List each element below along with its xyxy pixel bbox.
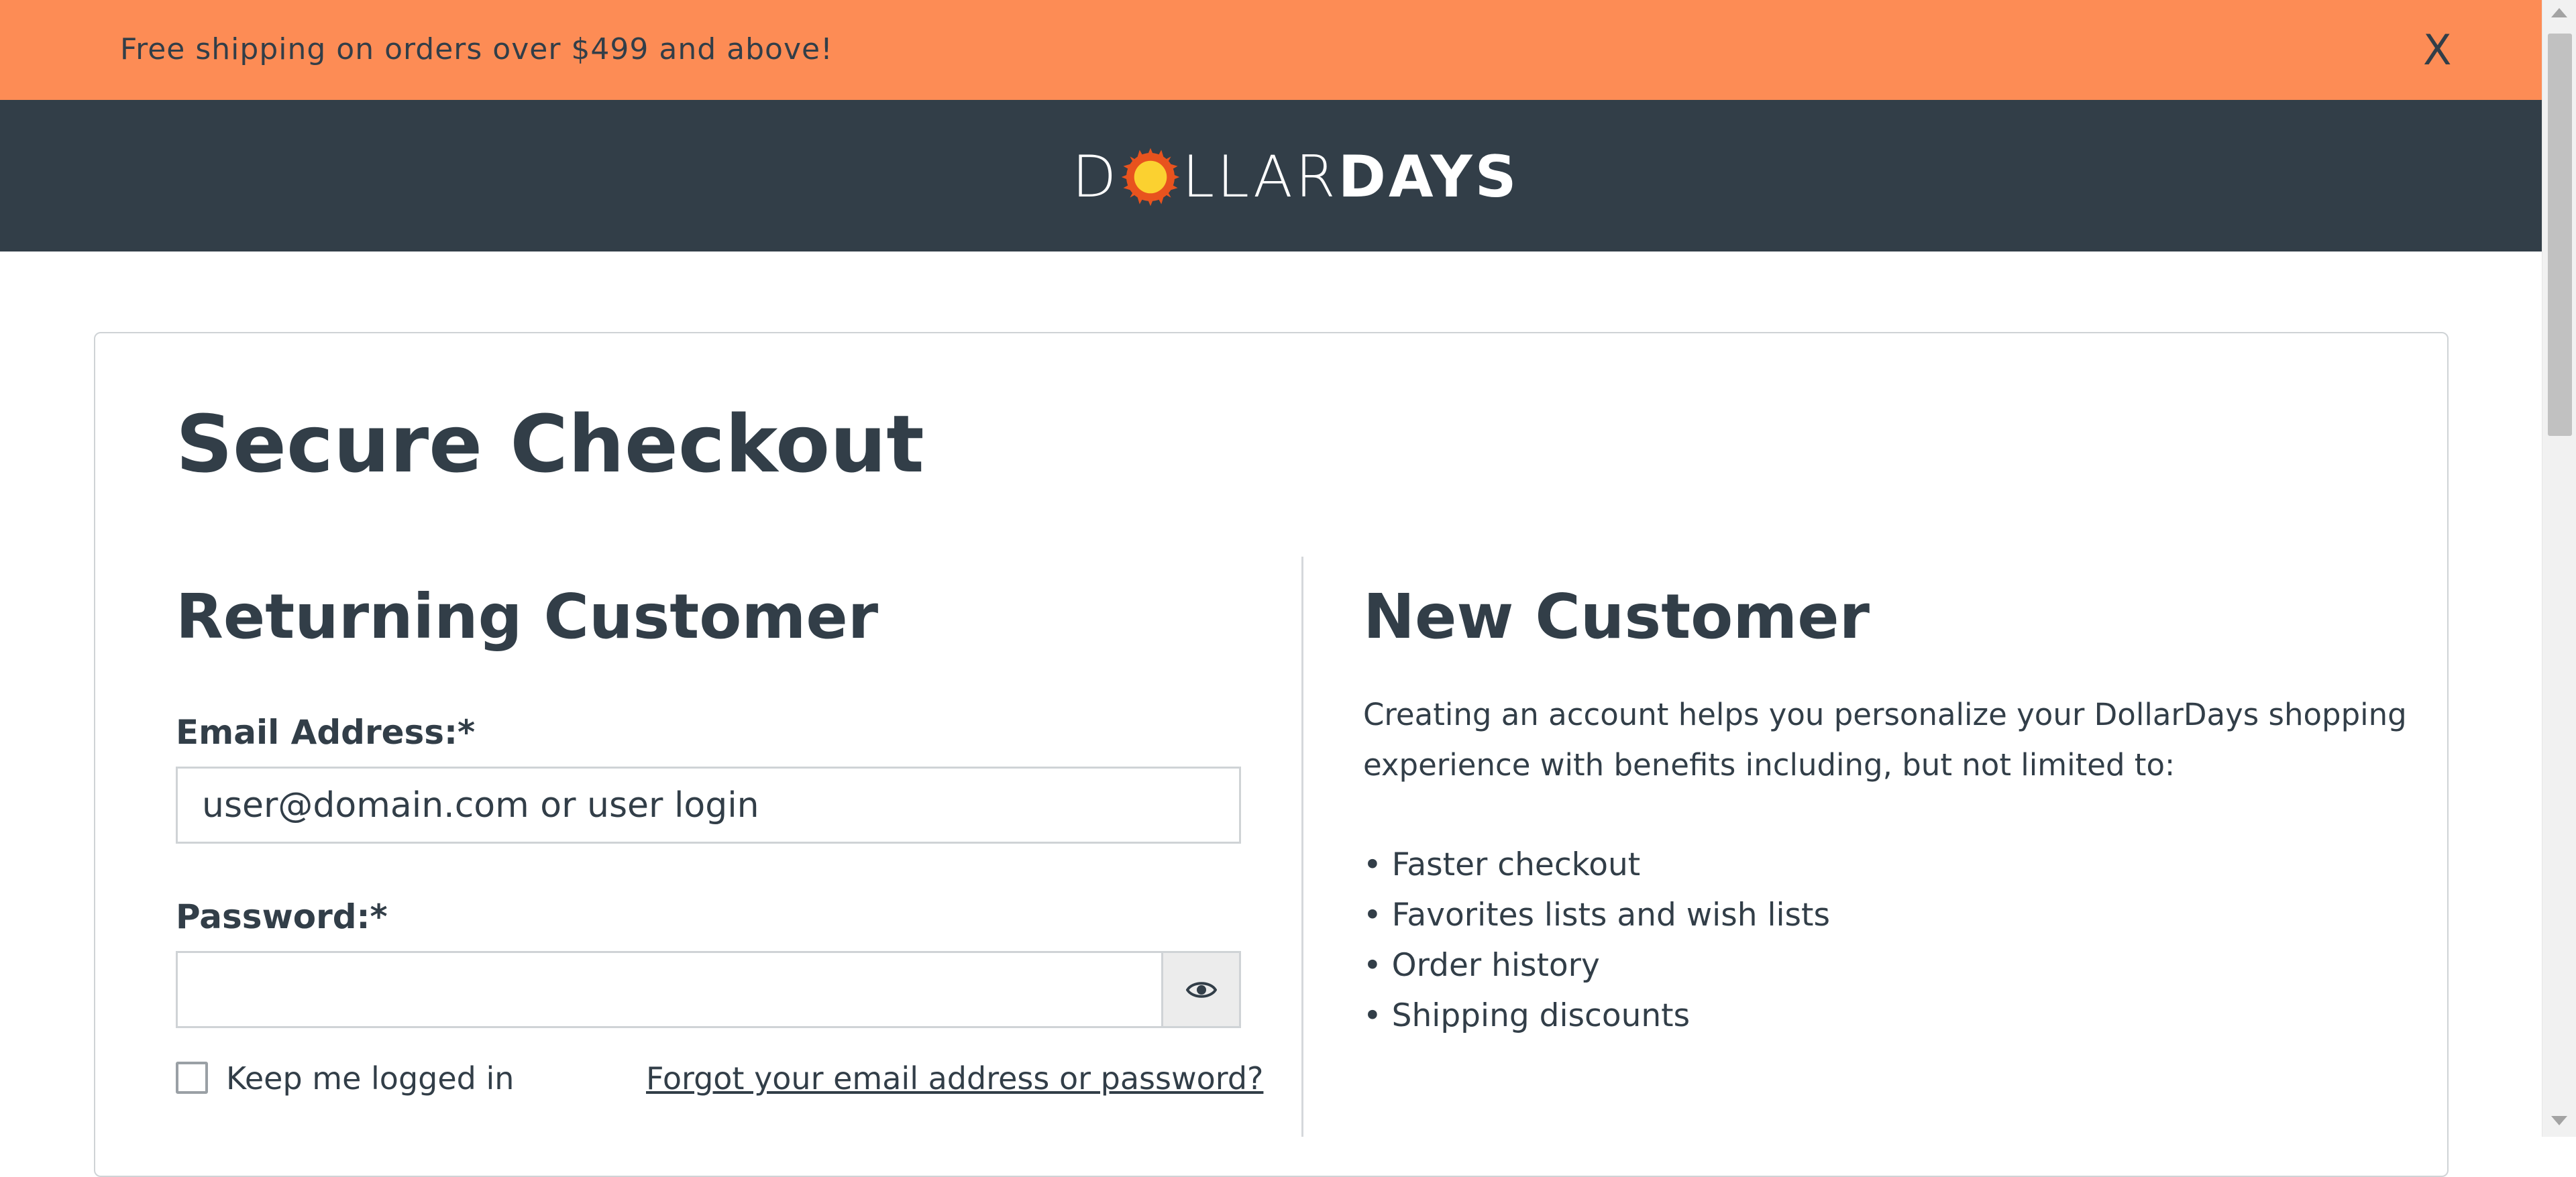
benefit-item: • Favorites lists and wish lists: [1363, 897, 1830, 934]
logo-text-bold: DAYS: [1338, 144, 1519, 211]
benefit-item: • Order history: [1363, 947, 1600, 984]
page-title: Secure Checkout: [176, 398, 924, 490]
page-scrollbar[interactable]: [2542, 0, 2576, 1137]
returning-customer-title: Returning Customer: [176, 581, 879, 653]
logo-text-middle: LLAR: [1182, 144, 1338, 211]
password-label: Password:*: [176, 897, 388, 936]
promo-text: Free shipping on orders over $499 and ab…: [120, 32, 833, 66]
new-customer-title: New Customer: [1363, 581, 1870, 653]
benefit-list: • Faster checkout • Favorites lists and …: [1363, 840, 1830, 1041]
forgot-credentials-link[interactable]: Forgot your email address or password?: [646, 1057, 1263, 1100]
eye-icon: [1185, 981, 1217, 998]
show-password-button[interactable]: [1161, 951, 1241, 1028]
scroll-down-icon[interactable]: [2551, 1116, 2567, 1125]
logo-text-start: D: [1072, 144, 1120, 211]
promo-close-button[interactable]: X: [2423, 27, 2451, 74]
site-header: D LLAR DAYS: [0, 100, 2542, 251]
dollardays-logo[interactable]: D LLAR DAYS: [1072, 147, 1519, 207]
keep-logged-in-checkbox[interactable]: [176, 1062, 208, 1094]
scrollbar-thumb[interactable]: [2548, 34, 2572, 436]
benefit-item: • Shipping discounts: [1363, 997, 1690, 1034]
promo-banner: Free shipping on orders over $499 and ab…: [0, 0, 2542, 100]
column-divider: [1301, 557, 1303, 1137]
email-field[interactable]: [176, 767, 1241, 844]
new-customer-description: Creating an account helps you personaliz…: [1363, 697, 2407, 783]
benefit-item: • Faster checkout: [1363, 846, 1641, 883]
sun-logo-icon: [1122, 148, 1180, 207]
keep-logged-in-label[interactable]: Keep me logged in: [226, 1057, 514, 1100]
email-label: Email Address:*: [176, 713, 476, 752]
password-field[interactable]: [176, 951, 1163, 1028]
scroll-up-icon[interactable]: [2551, 8, 2567, 17]
